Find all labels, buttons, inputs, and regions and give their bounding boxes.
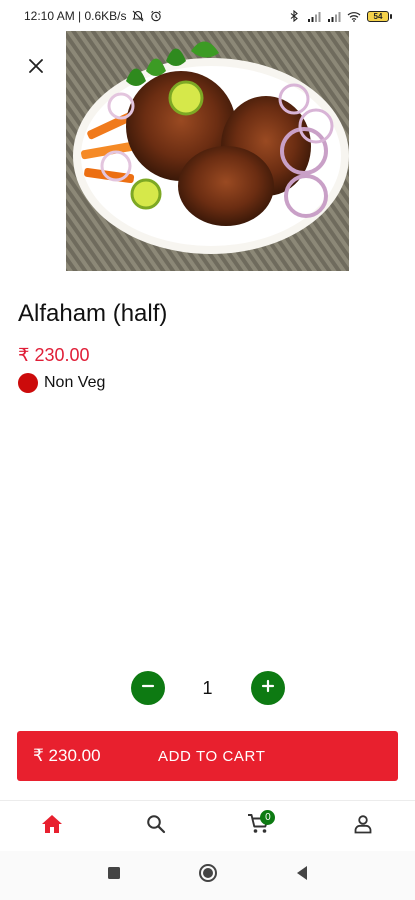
non-veg-dot-icon [18, 373, 38, 393]
product-detail-screen: 12:10 AM | 0.6KB/s 54 Alfaham (half) ₹ 2… [0, 0, 415, 900]
nav-account[interactable] [343, 806, 383, 846]
cart-count-badge: 0 [260, 810, 276, 825]
product-name: Alfaham (half) [18, 300, 168, 327]
signal-icon-2 [327, 10, 341, 22]
increase-quantity-button[interactable] [250, 671, 285, 705]
system-home-button[interactable] [196, 864, 220, 888]
bottom-nav: 0 [0, 800, 415, 851]
status-right: 54 [287, 10, 392, 22]
recent-apps-button[interactable] [102, 864, 126, 888]
quantity-value: 1 [202, 677, 213, 698]
wifi-icon [347, 10, 361, 22]
minus-icon [141, 679, 155, 698]
nav-search[interactable] [136, 806, 176, 846]
product-price: ₹ 230.00 [18, 345, 90, 365]
diet-indicator: Non Veg [18, 373, 105, 393]
close-icon [29, 58, 43, 78]
back-icon [295, 865, 309, 886]
product-image [66, 31, 349, 271]
home-icon [41, 814, 63, 839]
alarm-off-icon [131, 10, 145, 22]
status-left: 12:10 AM | 0.6KB/s [24, 9, 163, 23]
decrease-quantity-button[interactable] [130, 671, 165, 705]
status-time: 12:10 AM | 0.6KB/s [24, 9, 127, 23]
diet-label: Non Veg [44, 374, 106, 391]
system-nav-bar [0, 851, 415, 900]
close-button[interactable] [24, 56, 48, 80]
home-circle-icon [198, 863, 218, 888]
user-icon [353, 814, 373, 839]
add-to-cart-button[interactable]: ₹ 230.00 ADD TO CART [17, 731, 398, 781]
alarm-clock-icon [149, 10, 163, 22]
cart-total: ₹ 230.00 [33, 746, 101, 765]
status-bar: 12:10 AM | 0.6KB/s 54 [0, 0, 415, 32]
plus-icon [261, 679, 275, 698]
signal-icon-1 [307, 10, 321, 22]
search-icon [146, 814, 166, 839]
bluetooth-icon [287, 10, 301, 22]
back-button[interactable] [290, 864, 314, 888]
nav-home[interactable] [32, 806, 72, 846]
battery-icon: 54 [367, 10, 392, 22]
add-to-cart-label: ADD TO CART [158, 747, 266, 765]
recent-apps-icon [107, 866, 121, 885]
nav-cart[interactable]: 0 [239, 806, 279, 846]
quantity-stepper: 1 [0, 671, 415, 705]
